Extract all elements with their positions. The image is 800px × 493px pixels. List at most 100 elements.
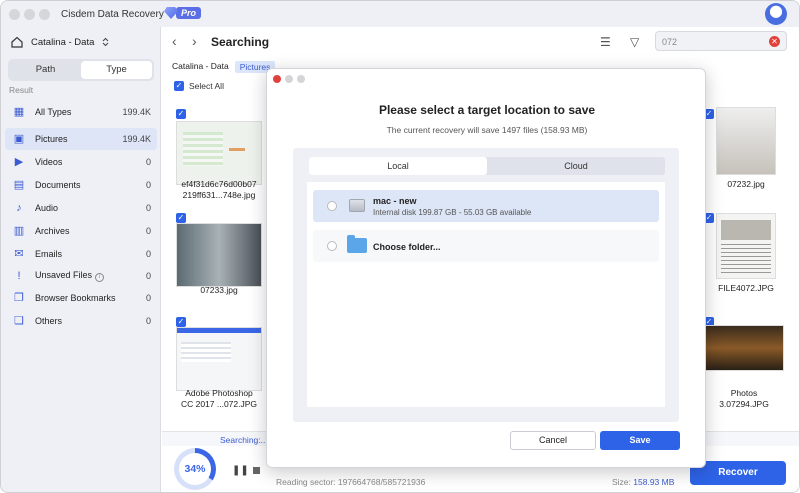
info-icon[interactable]: i <box>95 273 105 282</box>
tab-cloud[interactable]: Cloud <box>487 157 665 175</box>
select-all-checkbox[interactable]: ✓ Select All <box>174 81 224 91</box>
sidebar-item-label: Audio <box>35 203 59 213</box>
sidebar-item-all-types[interactable]: ▦ All Types 199.4K <box>5 101 157 123</box>
search-input[interactable]: 072 ✕ <box>655 31 787 51</box>
filter-icon[interactable]: ▽ <box>630 35 639 49</box>
back-icon[interactable]: ‹ <box>172 33 177 49</box>
thumbnail-photo-people[interactable] <box>176 223 262 287</box>
location-name: Choose folder... <box>373 242 441 252</box>
checkmark-icon: ✓ <box>174 81 184 91</box>
dialog-close-button[interactable] <box>273 75 281 83</box>
location-panel: Local Cloud mac - new Internal disk 199.… <box>293 148 679 422</box>
sidebar-item-count: 0 <box>145 271 151 281</box>
sidebar-item-unsaved-files[interactable]: ! Unsaved Files i 0 <box>5 265 157 287</box>
disk-selector[interactable]: Catalina - Data <box>11 36 109 48</box>
zoom-window-button[interactable] <box>39 9 50 20</box>
progress-ring: 34% <box>174 448 216 490</box>
pro-label: Pro <box>176 7 202 19</box>
thumbnail-room[interactable] <box>716 107 776 175</box>
dialog-subtitle: The current recovery will save 1497 file… <box>386 125 588 135</box>
unsaved-icon: ! <box>17 270 21 282</box>
searching-status: Searching:.. <box>220 435 266 445</box>
main-header: ‹ › Searching ☰ ▽ 072 ✕ <box>162 27 799 57</box>
thumbnail-spreadsheet[interactable] <box>176 121 262 185</box>
sidebar-item-count: 0 <box>145 226 151 236</box>
app-window: Cisdem Data Recovery Pro Catalina - Data… <box>0 0 800 493</box>
reading-sector: Reading sector: 197664768/585721936 <box>276 477 426 487</box>
tab-local[interactable]: Local <box>309 157 487 175</box>
sidebar-item-others[interactable]: ❏ Others 0 <box>5 310 157 332</box>
dialog-minimize-button <box>285 75 293 83</box>
clear-search-icon[interactable]: ✕ <box>769 36 780 47</box>
mail-icon: ✉ <box>14 248 24 260</box>
location-name: mac - new <box>373 196 417 206</box>
sidebar-item-label: Documents <box>35 180 81 190</box>
thumb-checkbox[interactable]: ✓ <box>176 109 186 119</box>
segment-type[interactable]: Type <box>81 61 152 79</box>
location-item-mac-new[interactable]: mac - new Internal disk 199.87 GB - 55.0… <box>313 190 659 222</box>
select-all-label: Select All <box>189 81 224 91</box>
archive-icon: ▥ <box>13 225 25 237</box>
close-window-button[interactable] <box>9 9 20 20</box>
image-icon: ▣ <box>13 133 25 145</box>
thumb-checkbox[interactable]: ✓ <box>176 317 186 327</box>
forward-icon[interactable]: › <box>192 33 197 49</box>
sidebar-item-count: 0 <box>145 316 151 326</box>
location-item-choose-folder[interactable]: Choose folder... <box>313 230 659 262</box>
sidebar-item-count: 0 <box>145 293 151 303</box>
sidebar-item-videos[interactable]: ▶ Videos 0 <box>5 151 157 173</box>
segment-path[interactable]: Path <box>10 61 81 79</box>
sidebar-item-count: 199.4K <box>122 107 151 117</box>
sidebar: Catalina - Data Path Type Result ▦ All T… <box>1 27 161 492</box>
size-value: 158.93 MB <box>633 477 675 487</box>
sidebar-item-label: Pictures <box>35 134 68 144</box>
sidebar-item-audio[interactable]: ♪ Audio 0 <box>5 197 157 219</box>
cancel-button[interactable]: Cancel <box>510 431 596 450</box>
minimize-window-button[interactable] <box>24 9 35 20</box>
size-label: Size: <box>612 477 631 487</box>
radio-button[interactable] <box>327 241 337 251</box>
pause-icon[interactable]: ❚❚ <box>232 465 249 476</box>
location-tabs: Local Cloud <box>309 157 665 175</box>
sidebar-item-count: 199.4K <box>122 134 151 144</box>
pro-badge: Pro <box>164 7 202 19</box>
search-value: 072 <box>662 37 678 47</box>
stop-icon[interactable] <box>253 467 260 474</box>
list-view-icon[interactable]: ☰ <box>600 35 611 49</box>
save-location-dialog: Please select a target location to save … <box>266 68 706 468</box>
view-segmented-control: Path Type <box>8 59 154 81</box>
hard-disk-icon <box>349 199 365 212</box>
thumbnail-autumn[interactable] <box>704 325 784 371</box>
sidebar-item-browser-bookmarks[interactable]: ❐ Browser Bookmarks 0 <box>5 287 157 309</box>
sidebar-item-count: 0 <box>145 203 151 213</box>
sidebar-item-label: Unsaved Files i <box>35 270 146 282</box>
sidebar-item-pictures[interactable]: ▣ Pictures 199.4K <box>5 128 157 150</box>
sidebar-item-label: Browser Bookmarks <box>35 293 116 303</box>
radio-button[interactable] <box>327 201 337 211</box>
document-icon: ▤ <box>13 179 25 191</box>
home-icon <box>11 36 23 48</box>
size-readout: Size: 158.93 MB <box>612 477 674 487</box>
thumb-checkbox[interactable]: ✓ <box>176 213 186 223</box>
disk-name: Catalina - Data <box>31 36 95 48</box>
sidebar-item-label: Archives <box>35 226 70 236</box>
sidebar-item-count: 0 <box>145 180 151 190</box>
sidebar-item-archives[interactable]: ▥ Archives 0 <box>5 220 157 242</box>
breadcrumb-disk[interactable]: Catalina - Data <box>172 61 229 73</box>
thumbnail-document[interactable] <box>716 213 776 279</box>
sidebar-item-count: 0 <box>145 157 151 167</box>
sidebar-item-label: Emails <box>35 249 63 259</box>
thumbnail-screenshot[interactable] <box>176 327 262 391</box>
sidebar-item-documents[interactable]: ▤ Documents 0 <box>5 174 157 196</box>
app-title: Cisdem Data Recovery <box>61 9 164 20</box>
thumb-name: 07232.jpg <box>727 179 765 189</box>
sidebar-item-emails[interactable]: ✉ Emails 0 <box>5 243 157 265</box>
dialog-zoom-button <box>297 75 305 83</box>
mascot-icon[interactable] <box>765 3 787 25</box>
grid-icon: ▦ <box>13 106 25 118</box>
folder-icon <box>347 235 367 253</box>
save-button[interactable]: Save <box>600 431 680 450</box>
sidebar-item-label: Videos <box>35 157 63 167</box>
bookmark-icon: ❐ <box>14 292 24 304</box>
location-detail: Internal disk 199.87 GB - 55.03 GB avail… <box>373 208 532 217</box>
